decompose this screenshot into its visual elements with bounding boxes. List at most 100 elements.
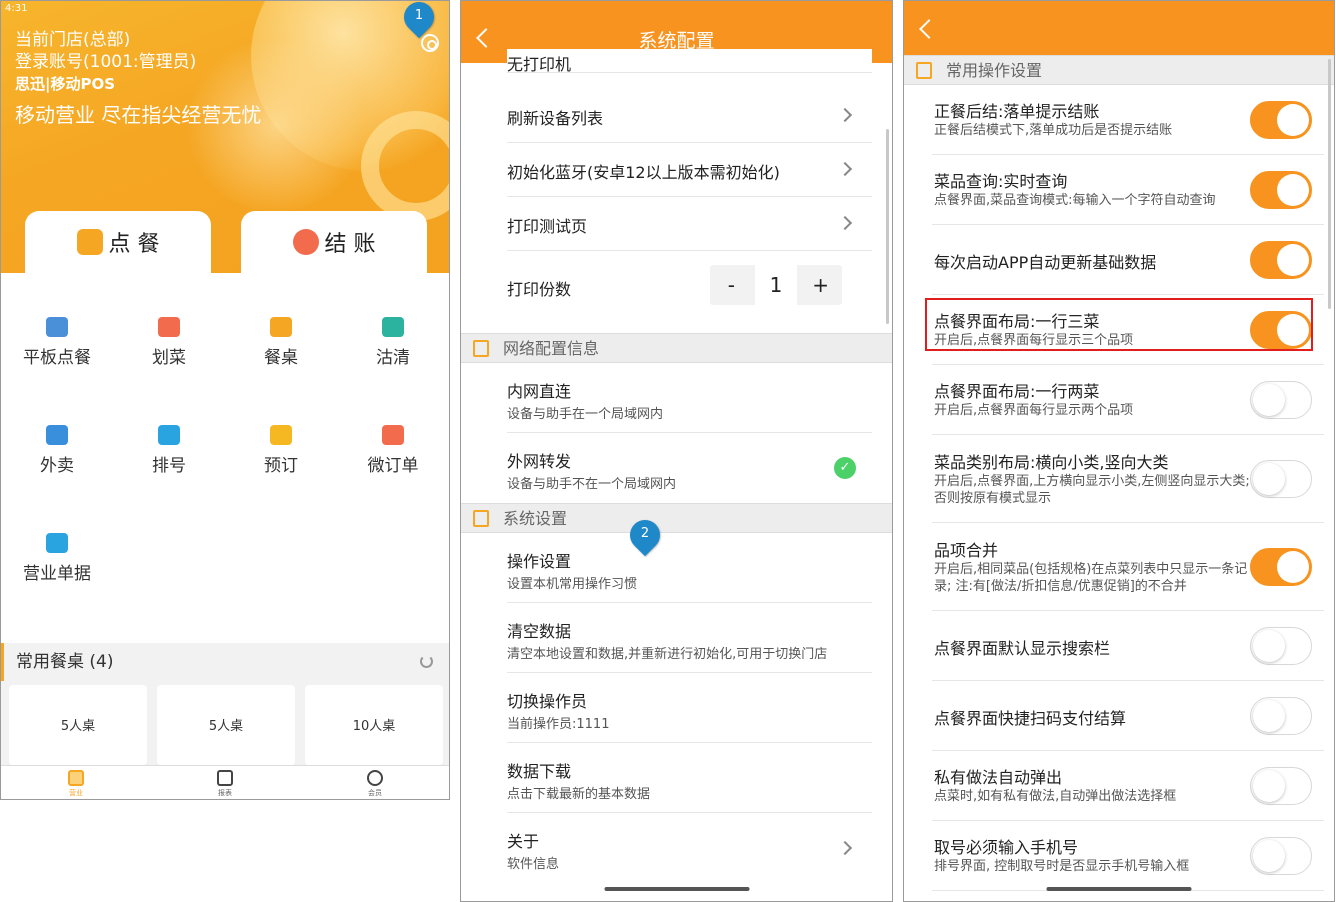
order-tab[interactable]: 点 餐 xyxy=(25,211,211,273)
common-ops-section-title: 常用操作设置 xyxy=(946,61,1043,80)
setting-title: 点餐界面快捷扫码支付结算 xyxy=(934,709,1127,728)
printer-row[interactable]: 无打印机 xyxy=(507,49,872,73)
setting-toggle-row[interactable]: 菜品查询:实时查询 点餐界面,菜品查询模式:每输入一个字符自动查询 xyxy=(932,155,1324,225)
hand-tap-icon xyxy=(76,229,103,255)
brand-logo: 思迅|移动POS xyxy=(15,75,116,93)
print-copies-label: 打印份数 xyxy=(507,280,572,299)
home-indicator[interactable] xyxy=(1046,887,1192,891)
document-icon xyxy=(382,425,404,445)
toggle-switch[interactable] xyxy=(1250,548,1312,586)
grid-item[interactable]: 平板点餐 xyxy=(1,317,113,368)
grid-item[interactable]: 营业单据 xyxy=(1,533,113,584)
setting-title: 菜品查询:实时查询 xyxy=(934,172,1068,191)
toggle-switch[interactable] xyxy=(1250,241,1312,279)
toggle-switch[interactable] xyxy=(1250,697,1312,735)
setting-title: 正餐后结:落单提示结账 xyxy=(934,102,1100,121)
copies-value[interactable]: 1 xyxy=(752,265,800,305)
nav-members[interactable]: 会员 xyxy=(345,770,405,798)
toggle-switch[interactable] xyxy=(1250,101,1312,139)
current-operator: 当前操作员:1111 xyxy=(507,717,610,732)
refresh-devices-row[interactable]: 刷新设备列表 xyxy=(507,89,872,143)
grid-item-label: 餐桌 xyxy=(264,348,298,368)
wan-forward-label: 外网转发 xyxy=(507,452,572,471)
common-tables: 5人桌 5人桌 10人桌 xyxy=(1,681,449,765)
table-card[interactable]: 5人桌 xyxy=(157,685,295,765)
table-card[interactable]: 10人桌 xyxy=(305,685,443,765)
grid-item[interactable]: 排号 xyxy=(113,425,225,476)
setting-toggle-row[interactable]: 正餐后结:落单提示结账正餐后结模式下,落单成功后是否提示结账 xyxy=(932,85,1324,155)
scooter-icon xyxy=(46,425,68,445)
system-section-title: 系统设置 xyxy=(503,509,568,528)
operation-settings-row[interactable]: 操作设置 设置本机常用操作习惯 xyxy=(507,533,872,603)
setting-description: 开启后,相同菜品(包括规格)在点菜列表中只显示一条记录; 注:有[做法/折扣信息… xyxy=(934,562,1248,594)
nav-business-label: 营业 xyxy=(69,789,83,797)
toggle-switch[interactable] xyxy=(1250,837,1312,875)
about-row[interactable]: 关于 软件信息 xyxy=(507,813,872,883)
lan-direct-desc: 设备与助手在一个局域网内 xyxy=(507,407,664,422)
toggle-switch[interactable] xyxy=(1250,460,1312,498)
setting-toggle-row[interactable]: 品项合并开启后,相同菜品(包括规格)在点菜列表中只显示一条记录; 注:有[做法/… xyxy=(932,523,1324,611)
settings-gear-icon[interactable] xyxy=(421,34,439,52)
nav-reports[interactable]: 报表 xyxy=(195,770,255,798)
grid-item[interactable]: 外卖 xyxy=(1,425,113,476)
switch-operator-row[interactable]: 切换操作员 当前操作员:1111 xyxy=(507,673,872,743)
setting-title: 菜品类别布局:横向小类,竖向大类 xyxy=(934,453,1169,472)
common-tables-header: 常用餐桌 (4) xyxy=(1,643,449,681)
setting-description: 点菜时,如有私有做法,自动弹出做法选择框 xyxy=(934,789,1177,804)
annotation-marker-2: 2 xyxy=(623,513,667,557)
setting-title: 每次启动APP自动更新基础数据 xyxy=(934,253,1157,272)
setting-title: 品项合并 xyxy=(934,541,999,560)
toggle-switch[interactable] xyxy=(1250,627,1312,665)
clear-data-label: 清空数据 xyxy=(507,622,572,641)
print-test-label: 打印测试页 xyxy=(507,217,588,236)
setting-toggle-row[interactable]: 每次启动APP自动更新基础数据 xyxy=(932,225,1324,295)
network-section-title: 网络配置信息 xyxy=(503,339,600,358)
table-card[interactable]: 5人桌 xyxy=(9,685,147,765)
print-test-row[interactable]: 打印测试页 xyxy=(507,197,872,251)
setting-title: 取号必须输入手机号 xyxy=(934,838,1079,857)
setting-toggle-row[interactable]: 私有做法自动弹出 点菜时,如有私有做法,自动弹出做法选择框 xyxy=(932,751,1324,821)
setting-toggle-row[interactable]: 点餐界面布局:一行两菜 开启后,点餐界面每行显示两个品项 xyxy=(932,365,1324,435)
decrement-button[interactable]: - xyxy=(710,265,753,305)
scrollbar[interactable] xyxy=(886,129,889,324)
grid-item[interactable]: 预订 xyxy=(225,425,337,476)
slogan: 移动营业 尽在指尖经营无忧 xyxy=(15,103,262,127)
grid-item[interactable]: 划菜 xyxy=(113,317,225,368)
grid-item-label: 沽清 xyxy=(376,348,410,368)
scrollbar[interactable] xyxy=(1328,59,1331,309)
bottom-nav: 营业 报表 会员 xyxy=(1,765,449,799)
money-hand-icon xyxy=(292,229,319,255)
wan-forward-desc: 设备与助手不在一个局域网内 xyxy=(507,477,677,492)
setting-toggle-row[interactable]: 菜品类别布局:横向小类,竖向大类 开启后,点餐界面,上方横向显示小类,左侧竖向显示… xyxy=(932,435,1324,523)
toggle-switch[interactable] xyxy=(1250,171,1312,209)
init-bluetooth-row[interactable]: 初始化蓝牙(安卓12以上版本需初始化) xyxy=(507,143,872,197)
wan-forward-row[interactable]: 外网转发 设备与助手不在一个局域网内 ✓ xyxy=(507,433,872,503)
grid-item[interactable]: 沽清 xyxy=(337,317,449,368)
setting-description: 正餐后结模式下,落单成功后是否提示结账 xyxy=(934,123,1173,138)
grid-item-label: 营业单据 xyxy=(23,564,91,584)
clipboard-icon xyxy=(916,62,932,79)
setting-toggle-row[interactable]: 点餐界面默认显示搜索栏 xyxy=(932,611,1324,681)
nav-business[interactable]: 营业 xyxy=(46,770,106,798)
lan-direct-row[interactable]: 内网直连 设备与助手在一个局域网内 xyxy=(507,363,872,433)
setting-toggle-row[interactable]: 取号必须输入手机号排号界面, 控制取号时是否显示手机号输入框 xyxy=(932,821,1324,891)
switch-operator-label: 切换操作员 xyxy=(507,692,588,711)
increment-button[interactable]: + xyxy=(799,265,842,305)
checkout-tab[interactable]: 结 账 xyxy=(241,211,427,273)
highlight-box xyxy=(925,298,1313,351)
refresh-icon[interactable] xyxy=(420,655,433,668)
common-tables-title: 常用餐桌 (4) xyxy=(16,652,114,672)
chevron-right-icon xyxy=(837,840,853,856)
back-arrow-icon[interactable] xyxy=(919,19,939,39)
clear-data-row[interactable]: 清空数据 清空本地设置和数据,并重新进行初始化,可用于切换门店 xyxy=(507,603,872,673)
home-indicator[interactable] xyxy=(604,887,749,891)
setting-toggle-row[interactable]: 点餐界面快捷扫码支付结算 xyxy=(932,681,1324,751)
copies-stepper: - 1 + xyxy=(710,265,842,305)
toggle-switch[interactable] xyxy=(1250,767,1312,805)
grid-item[interactable]: 微订单 xyxy=(337,425,449,476)
toggle-switch[interactable] xyxy=(1250,381,1312,419)
chevron-right-icon xyxy=(837,107,853,123)
grid-item[interactable]: 餐桌 xyxy=(225,317,337,368)
data-download-row[interactable]: 数据下载 点击下载最新的基本数据 xyxy=(507,743,872,813)
setting-description: 排号界面, 控制取号时是否显示手机号输入框 xyxy=(934,859,1190,874)
